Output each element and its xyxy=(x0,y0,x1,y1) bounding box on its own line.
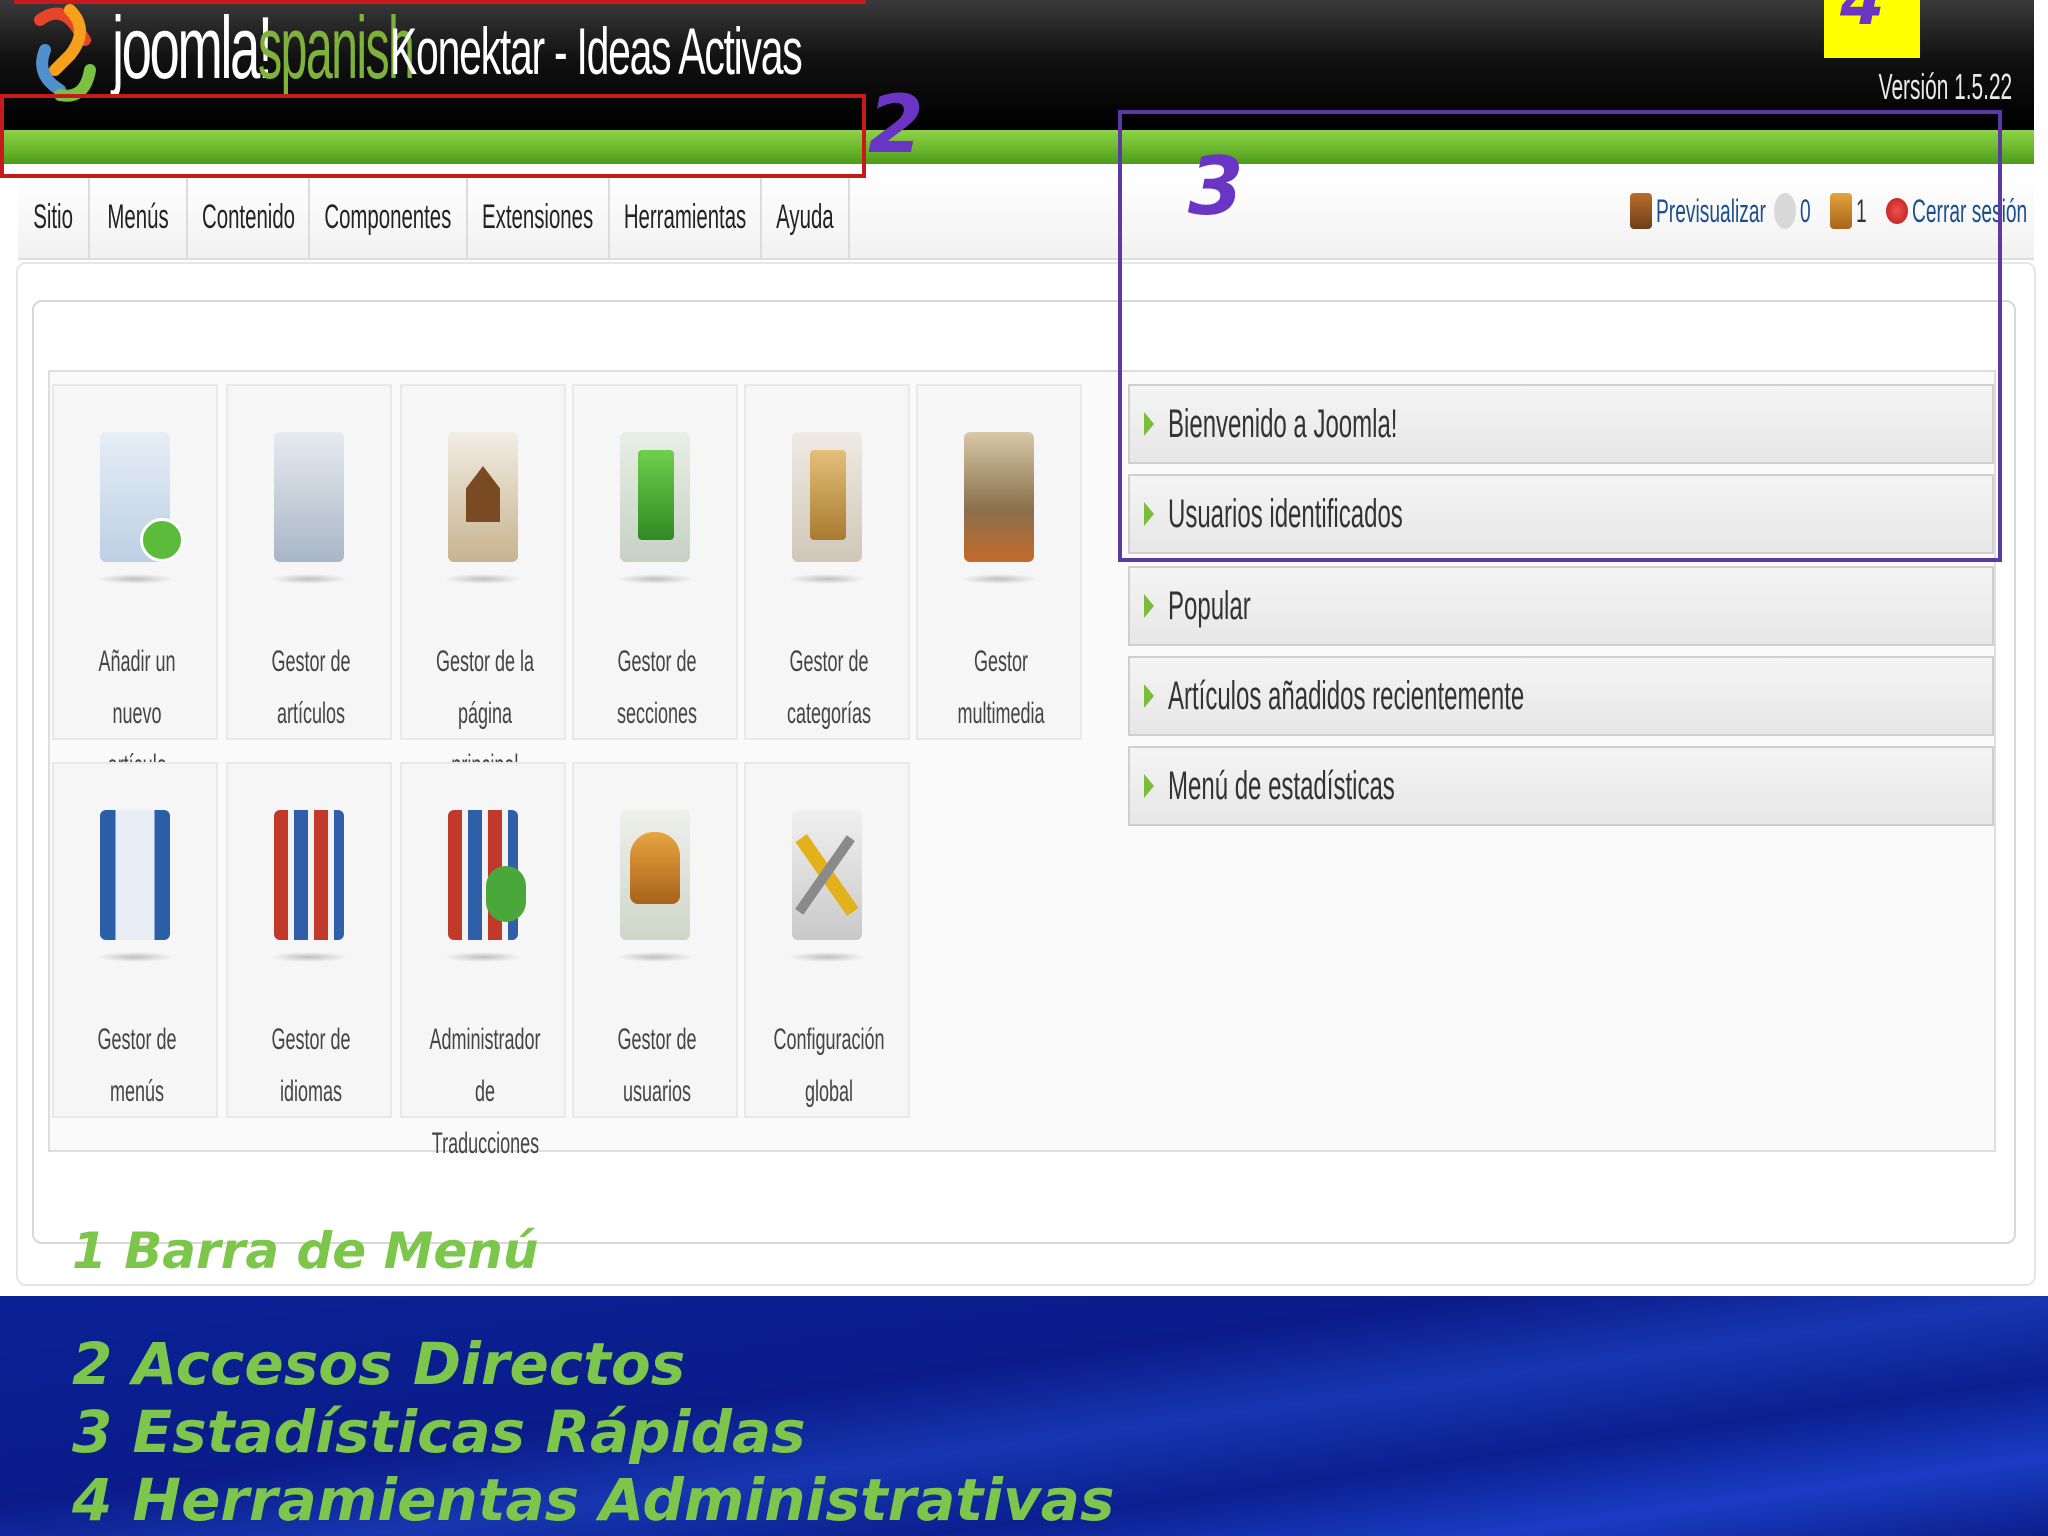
translation-flags-icon xyxy=(444,810,526,962)
menu-label: Contenido xyxy=(201,197,295,236)
expand-arrow-icon xyxy=(1144,684,1154,708)
expand-arrow-icon xyxy=(1144,774,1154,798)
frontpage-manager-icon xyxy=(444,432,522,584)
c-badge-icon xyxy=(486,866,526,922)
shortcut-frontpage-manager[interactable]: Gestor de la páginaprincipal xyxy=(400,384,566,782)
media-manager-icon xyxy=(960,432,1038,584)
shortcut-add-article[interactable]: Añadir un nuevoartículo xyxy=(52,384,218,782)
section-manager-icon xyxy=(616,432,694,584)
shortcut-global-config[interactable]: Configuración global xyxy=(744,762,910,1118)
panel-recent-articles[interactable]: Artículos añadidos recientemente xyxy=(1128,656,1994,736)
slide: { "header": { "logo_main": "joomla!", "l… xyxy=(0,0,2048,1536)
panel-menu-stats[interactable]: Menú de estadísticas xyxy=(1128,746,1994,826)
panel-popular[interactable]: Popular xyxy=(1128,566,1994,646)
expand-arrow-icon xyxy=(1144,594,1154,618)
shortcut-language-manager[interactable]: Gestor de idiomas xyxy=(226,762,392,1118)
annotation-number-2: 2 xyxy=(868,78,924,171)
menu-item-menus[interactable]: Menús xyxy=(90,174,188,260)
user-manager-icon xyxy=(616,810,694,962)
menu-item-componentes[interactable]: Componentes xyxy=(310,174,468,260)
annotation-number-4: 4 xyxy=(1840,0,1885,40)
menu-label: Herramientas xyxy=(623,197,747,236)
tile-label: Gestor multimedia xyxy=(957,645,1045,730)
menu-label: Extensiones xyxy=(482,197,594,236)
tile-label: Configuración global xyxy=(773,1023,885,1108)
menu-label: Ayuda xyxy=(776,197,834,236)
menu-label: Menús xyxy=(107,197,169,236)
legend-item-1: 1 Barra de Menú xyxy=(72,1222,539,1280)
version-label: Versión 1.5.22 xyxy=(1878,66,2012,107)
annotation-number-3: 3 xyxy=(1188,140,1244,233)
menu-item-sitio[interactable]: Sitio xyxy=(18,174,90,260)
plus-badge-icon xyxy=(140,518,184,562)
legend-item-3: 3 Estadísticas Rápidas xyxy=(72,1398,806,1466)
menu-manager-icon xyxy=(96,810,174,962)
menu-label: Sitio xyxy=(33,197,73,236)
tan-folder-icon xyxy=(810,450,846,540)
add-article-icon xyxy=(96,432,184,584)
article-manager-icon xyxy=(270,432,348,584)
shortcut-section-manager[interactable]: Gestor de secciones xyxy=(572,384,738,740)
panel-label: Menú de estadísticas xyxy=(1168,763,1395,808)
global-config-icon xyxy=(788,810,866,962)
green-folder-icon xyxy=(638,450,674,540)
category-manager-icon xyxy=(788,432,866,584)
menu-item-herramientas[interactable]: Herramientas xyxy=(610,174,762,260)
language-flags-icon xyxy=(270,810,348,962)
shortcut-article-manager[interactable]: Gestor de artículos xyxy=(226,384,392,740)
house-icon xyxy=(466,466,500,522)
menu-item-contenido[interactable]: Contenido xyxy=(188,174,310,260)
shortcut-user-manager[interactable]: Gestor de usuarios xyxy=(572,762,738,1118)
legend-item-4: 4 Herramientas Administrativas xyxy=(72,1466,1115,1534)
shortcut-category-manager[interactable]: Gestor de categorías xyxy=(744,384,910,740)
shortcut-menu-manager[interactable]: Gestor de menús xyxy=(52,762,218,1118)
panel-label: Popular xyxy=(1168,583,1251,628)
shortcut-media-manager[interactable]: Gestor multimedia xyxy=(916,384,1082,740)
users-group-icon xyxy=(630,832,680,904)
annotation-box-1 xyxy=(14,0,866,4)
annotation-box-2 xyxy=(0,94,866,178)
shortcut-translation-manager[interactable]: Administrador de Traducciones xyxy=(400,762,566,1160)
panel-label: Artículos añadidos recientemente xyxy=(1168,673,1525,718)
site-title: Konektar - Ideas Activas xyxy=(390,14,803,88)
logo-joomla-text: joomla! xyxy=(112,0,273,97)
menu-item-extensiones[interactable]: Extensiones xyxy=(468,174,610,260)
legend-item-2: 2 Accesos Directos xyxy=(72,1330,686,1398)
menu-item-ayuda[interactable]: Ayuda xyxy=(762,174,850,260)
annotation-box-3 xyxy=(1118,110,2002,562)
menu-label: Componentes xyxy=(324,197,452,236)
